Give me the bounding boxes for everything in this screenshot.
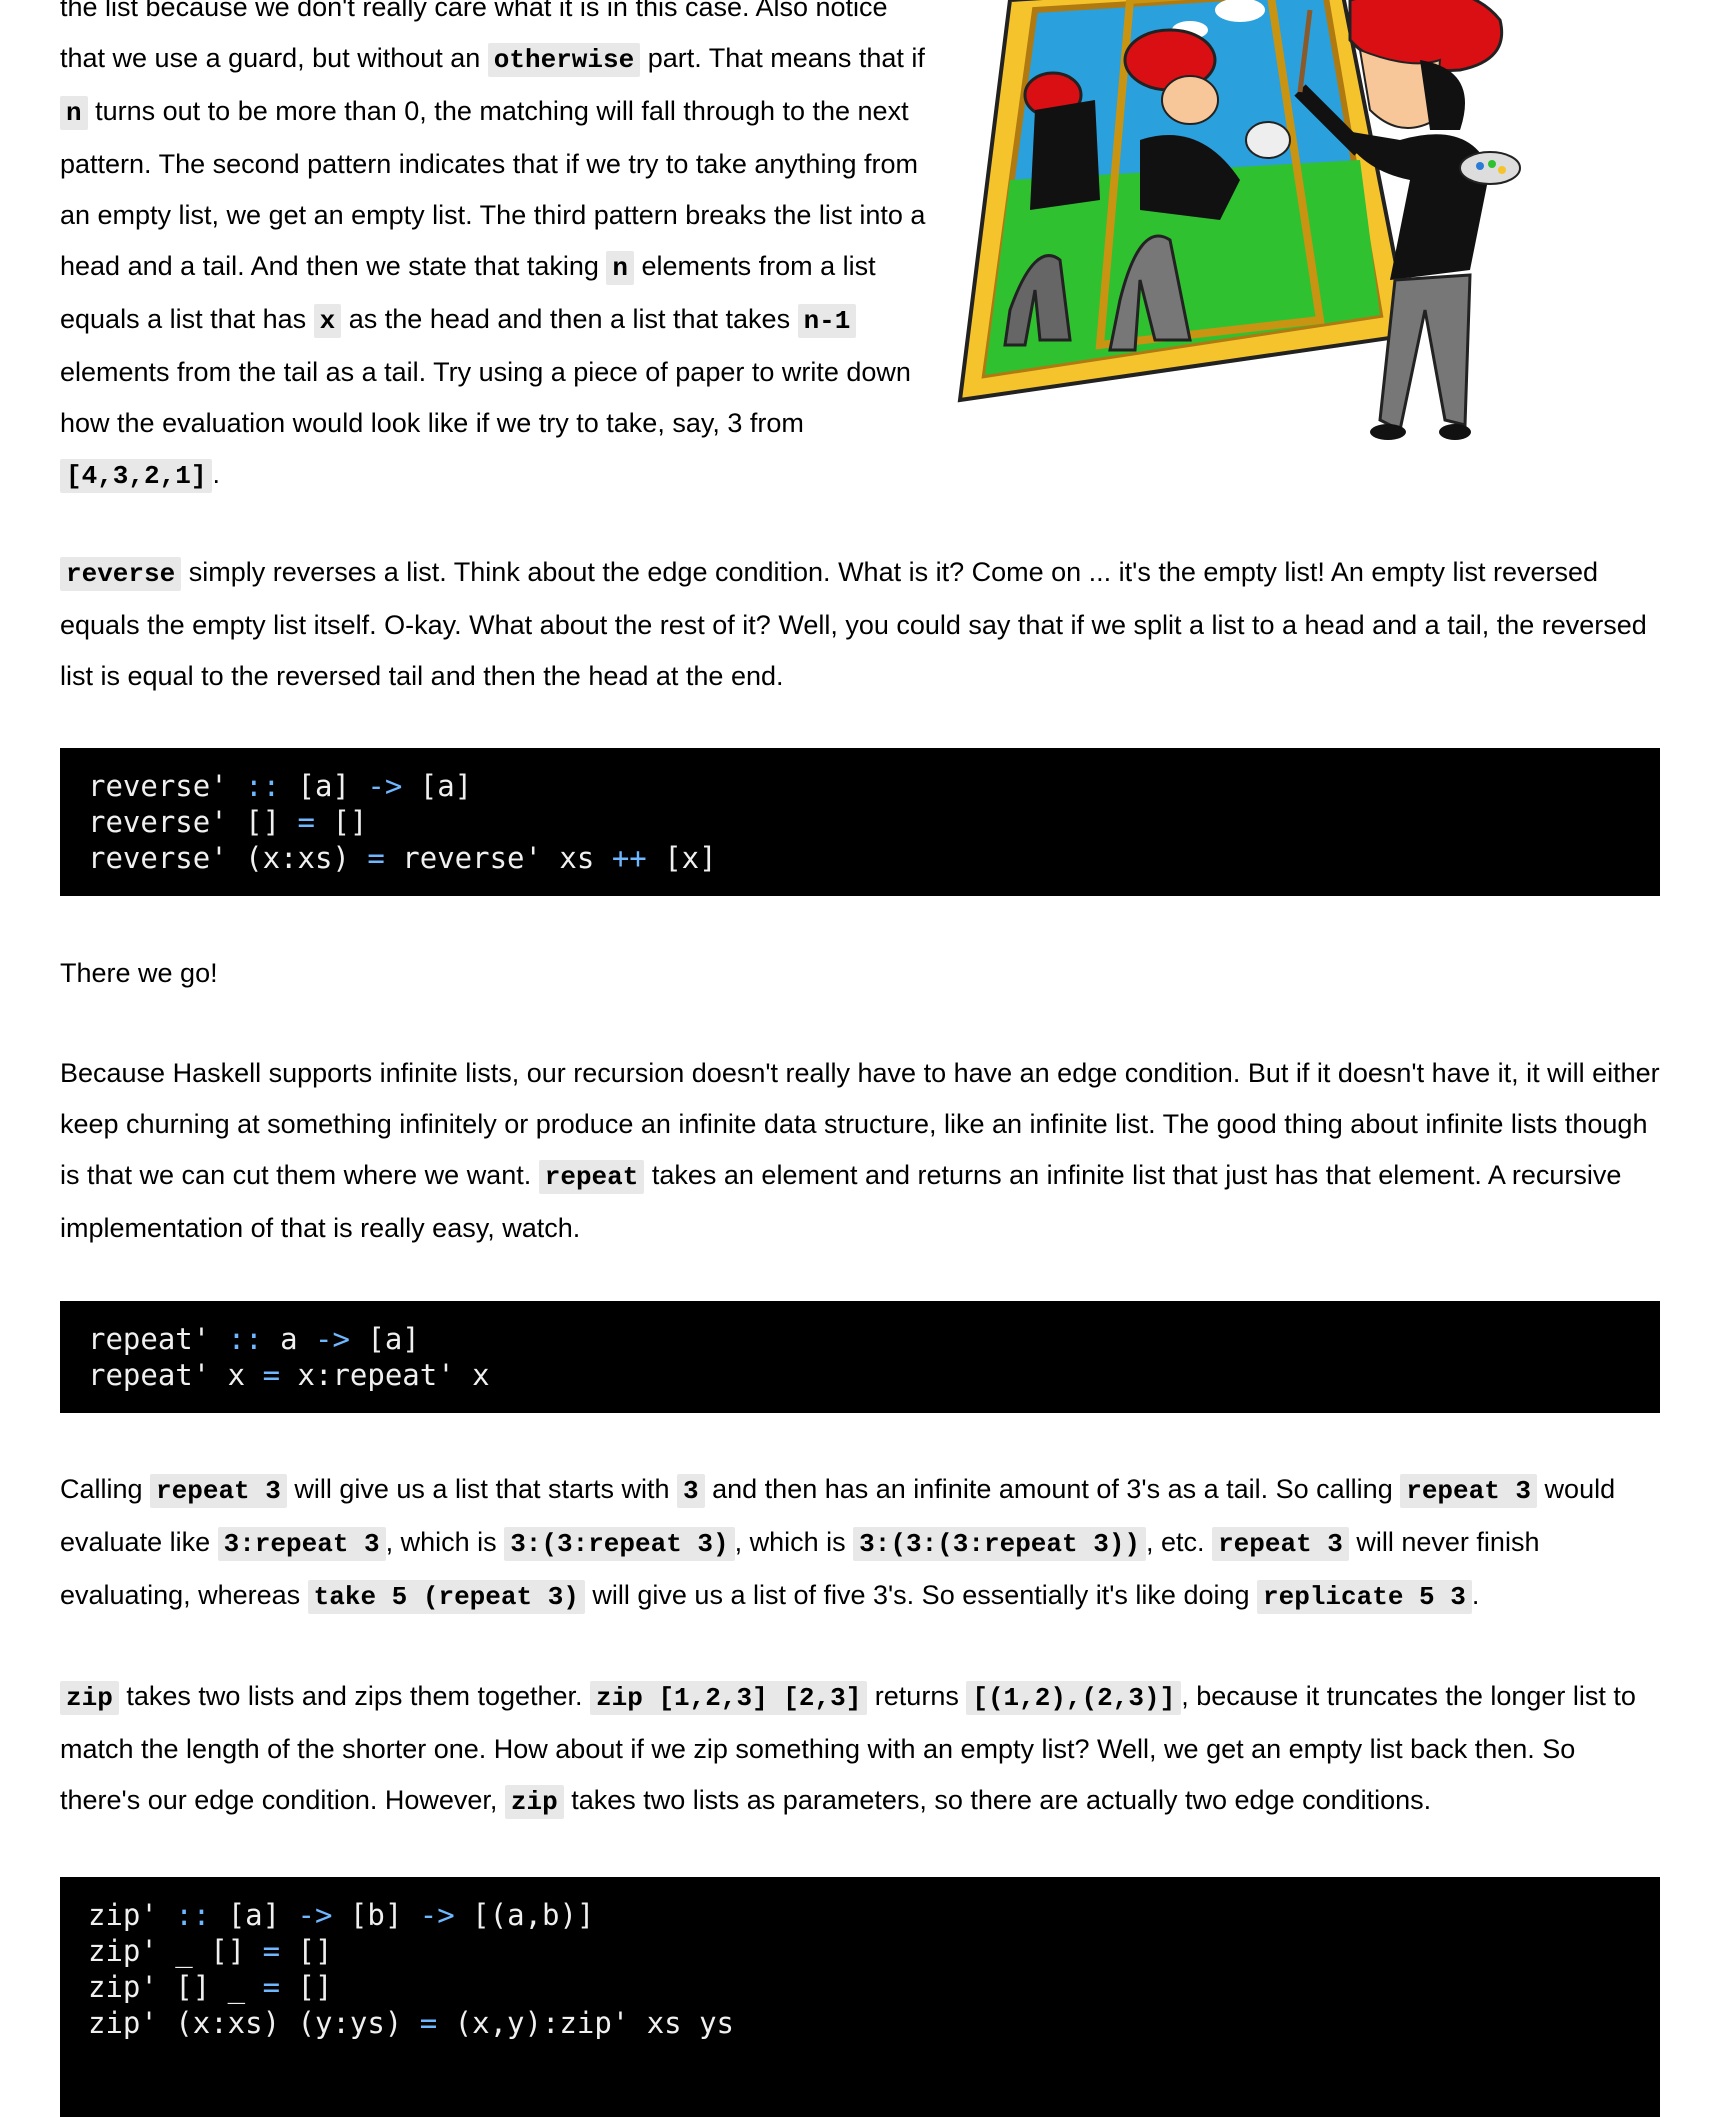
code-line: repeat' :: a -> [a] xyxy=(88,1322,420,1356)
main-shoe xyxy=(1370,424,1406,440)
painter-illustration xyxy=(940,0,1720,460)
text: part. That means that if xyxy=(640,43,925,73)
code-line: zip' [] _ = [] xyxy=(88,1970,333,2004)
code-line: repeat' x = x:repeat' x xyxy=(88,1358,490,1392)
code-line: zip' (x:xs) (y:ys) = (x,y):zip' xs ys xyxy=(88,2006,735,2040)
text: as the head and then a list that takes xyxy=(341,304,798,334)
inline-code: 3 xyxy=(677,1474,705,1508)
inline-code: otherwise xyxy=(487,43,641,77)
inline-code: replicate 5 3 xyxy=(1257,1580,1472,1614)
inline-code: repeat xyxy=(538,1160,645,1194)
repeat-explanation-paragraph: Calling repeat 3 will give us a list tha… xyxy=(60,1474,1616,1614)
paint-dot xyxy=(1488,160,1496,168)
reverse-code-block: reverse' :: [a] -> [a] reverse' [] = [] … xyxy=(60,748,1660,896)
infinite-lists-paragraph: Because Haskell supports infinite lists,… xyxy=(60,1048,1660,1254)
inline-code: reverse xyxy=(60,557,182,591)
zip-explanation-paragraph: zip takes two lists and zips them togeth… xyxy=(60,1681,1636,1819)
inline-code: n xyxy=(60,96,88,130)
paint-dot xyxy=(1498,166,1506,174)
inline-code: 3:(3:repeat 3) xyxy=(504,1527,735,1561)
inline-code: repeat 3 xyxy=(1400,1474,1538,1508)
main-legs xyxy=(1378,273,1472,433)
code-line: reverse' :: [a] -> [a] xyxy=(88,769,473,803)
take-explanation-paragraph: the list because we don't really care wh… xyxy=(60,0,940,502)
inline-code: take 5 (repeat 3) xyxy=(307,1580,585,1614)
code-line: reverse' (x:xs) = reverse' xs ++ [x] xyxy=(88,841,717,875)
mid-face xyxy=(1161,75,1219,125)
inline-code: repeat 3 xyxy=(1212,1527,1349,1561)
inline-code: 3:repeat 3 xyxy=(217,1527,386,1561)
reverse-explanation-paragraph: reverse simply reverses a list. Think ab… xyxy=(60,547,1660,702)
inline-code: zip xyxy=(504,1785,564,1819)
mid-palette xyxy=(1245,121,1291,159)
inline-code: x xyxy=(313,304,342,338)
there-we-go-paragraph: There we go! xyxy=(60,958,218,988)
small-body xyxy=(1030,100,1100,210)
inline-code: zip xyxy=(60,1681,119,1715)
paint-dot xyxy=(1476,162,1484,170)
inline-code: n xyxy=(606,251,635,285)
text: simply reverses a list. Think about the … xyxy=(60,557,1647,691)
inline-code: [(1,2),(2,3)] xyxy=(966,1681,1182,1715)
code-line: zip' :: [a] -> [b] -> [(a,b)] xyxy=(88,1898,595,1932)
code-line: reverse' [] = [] xyxy=(88,805,368,839)
painter-illustration-svg xyxy=(957,0,1521,440)
text: . xyxy=(212,459,220,489)
main-palette xyxy=(1459,151,1521,185)
inline-code: zip [1,2,3] [2,3] xyxy=(590,1681,868,1715)
zip-code-block: zip' :: [a] -> [b] -> [(a,b)] zip' _ [] … xyxy=(60,1877,1660,2117)
main-shoe xyxy=(1439,424,1471,440)
repeat-code-block: repeat' :: a -> [a] repeat' x = x:repeat… xyxy=(60,1301,1660,1413)
inline-code: 3:(3:(3:repeat 3)) xyxy=(853,1527,1147,1561)
inline-code: n-1 xyxy=(797,304,857,338)
code-line: zip' _ [] = [] xyxy=(88,1934,333,1968)
inline-code: repeat 3 xyxy=(150,1474,287,1508)
text: elements from the tail as a tail. Try us… xyxy=(60,357,911,438)
inline-code: [4,3,2,1] xyxy=(60,459,213,493)
